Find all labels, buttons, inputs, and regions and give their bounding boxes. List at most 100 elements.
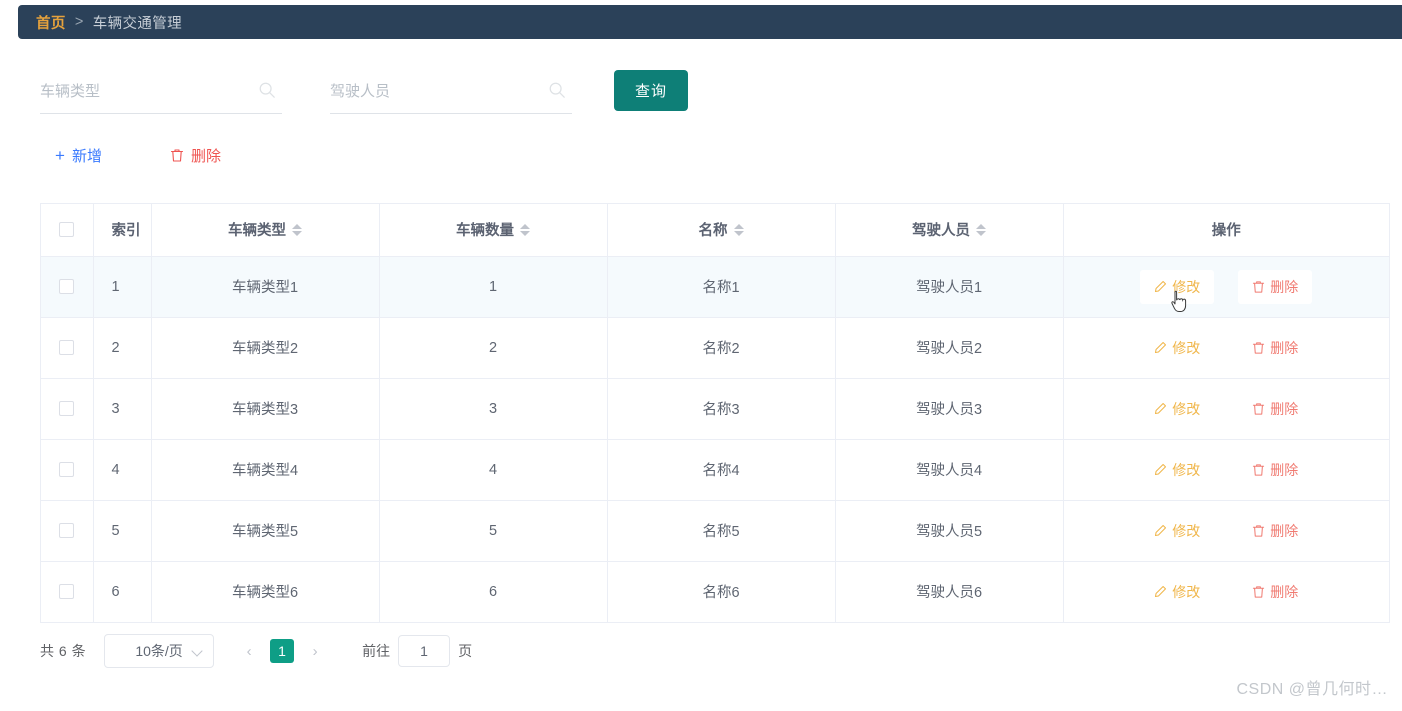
- breadcrumb-home-link[interactable]: 首页: [36, 12, 66, 33]
- search-icon: [259, 82, 275, 98]
- action-toolbar: + 新增 删除: [55, 145, 221, 166]
- delete-row-button[interactable]: 删除: [1238, 331, 1312, 365]
- row-checkbox[interactable]: [59, 462, 75, 478]
- table-row[interactable]: 5 车辆类型5 5 名称5 驾驶人员5 修改 删除: [41, 500, 1389, 562]
- table-row[interactable]: 4 车辆类型4 4 名称4 驾驶人员4 修改 删除: [41, 439, 1389, 501]
- row-select-cell: [41, 500, 94, 562]
- sort-icon[interactable]: [520, 223, 530, 236]
- cell-operations: 修改 删除: [1063, 561, 1389, 623]
- page-jump-input[interactable]: [398, 635, 451, 667]
- watermark: CSDN @曾几何时…: [1236, 681, 1388, 698]
- cell-operations: 修改 删除: [1063, 317, 1389, 379]
- edit-row-button[interactable]: 修改: [1140, 575, 1214, 609]
- cell-operations: 修改 删除: [1063, 500, 1389, 562]
- delete-row-label: 删除: [1270, 278, 1299, 295]
- edit-row-button[interactable]: 修改: [1140, 453, 1214, 487]
- edit-row-button[interactable]: 修改: [1140, 331, 1214, 365]
- delete-button[interactable]: 删除: [170, 145, 221, 166]
- table-header-row: 索引 车辆类型 车辆数量 名称 驾驶人员 操作: [41, 204, 1389, 257]
- driver-input[interactable]: [330, 76, 530, 107]
- sort-icon[interactable]: [733, 223, 744, 236]
- cell-driver: 驾驶人员5: [835, 500, 1064, 562]
- cell-vehicle-count: 3: [379, 378, 608, 440]
- sort-icon[interactable]: [976, 223, 986, 236]
- select-all-checkbox[interactable]: [59, 222, 75, 238]
- vehicle-type-input[interactable]: [40, 76, 240, 107]
- driver-field[interactable]: [330, 70, 572, 114]
- edit-row-label: 修改: [1172, 400, 1201, 417]
- total-count-label: 共 6 条: [40, 643, 87, 659]
- edit-row-label: 修改: [1172, 278, 1201, 295]
- table-row[interactable]: 2 车辆类型2 2 名称2 驾驶人员2 修改 删除: [41, 317, 1389, 379]
- cell-vehicle-type: 车辆类型6: [151, 561, 380, 623]
- row-checkbox[interactable]: [59, 340, 75, 356]
- row-checkbox[interactable]: [59, 523, 75, 539]
- search-bar: 查询: [40, 70, 688, 114]
- breadcrumb-separator: >: [74, 14, 84, 30]
- cell-name: 名称1: [607, 256, 836, 318]
- cell-index: 2: [93, 317, 152, 379]
- edit-row-label: 修改: [1172, 583, 1201, 600]
- row-checkbox[interactable]: [59, 584, 75, 600]
- vehicle-type-field[interactable]: [40, 70, 282, 114]
- header-name[interactable]: 名称: [607, 204, 836, 257]
- cell-operations: 修改 删除: [1063, 378, 1389, 440]
- table-row[interactable]: 1 车辆类型1 1 名称1 驾驶人员1 修改 删除: [41, 256, 1389, 318]
- edit-row-button[interactable]: 修改: [1140, 392, 1214, 426]
- table-row[interactable]: 3 车辆类型3 3 名称3 驾驶人员3 修改 删除: [41, 378, 1389, 440]
- edit-row-button[interactable]: 修改: [1140, 514, 1214, 548]
- pagination: 共 6 条 10条/页 ‹ 1 › 前往 页: [40, 631, 472, 671]
- plus-icon: +: [55, 146, 65, 165]
- page-size-value: 10条/页: [135, 643, 183, 659]
- add-button[interactable]: + 新增: [55, 145, 102, 166]
- cell-vehicle-count: 6: [379, 561, 608, 623]
- delete-row-button[interactable]: 删除: [1238, 575, 1312, 609]
- cell-index: 3: [93, 378, 152, 440]
- delete-row-button[interactable]: 删除: [1238, 514, 1312, 548]
- header-driver-label: 驾驶人员: [912, 223, 970, 240]
- jump-prefix-label: 前往: [362, 643, 391, 659]
- row-checkbox[interactable]: [59, 401, 75, 417]
- delete-row-button[interactable]: 删除: [1238, 392, 1312, 426]
- search-icon: [549, 82, 565, 98]
- header-vehicle-type[interactable]: 车辆类型: [151, 204, 380, 257]
- add-button-label: 新增: [71, 148, 102, 165]
- row-select-cell: [41, 378, 94, 440]
- next-page-button[interactable]: ›: [300, 636, 330, 666]
- cell-vehicle-count: 2: [379, 317, 608, 379]
- edit-row-label: 修改: [1172, 522, 1201, 539]
- edit-row-button[interactable]: 修改: [1140, 269, 1215, 304]
- table-row[interactable]: 6 车辆类型6 6 名称6 驾驶人员6 修改 删除: [41, 561, 1389, 623]
- trash-icon: [1253, 341, 1265, 354]
- delete-row-button[interactable]: 删除: [1238, 269, 1313, 304]
- cell-vehicle-type: 车辆类型5: [151, 500, 380, 562]
- cell-name: 名称2: [607, 317, 836, 379]
- delete-row-label: 删除: [1270, 583, 1299, 600]
- cell-name: 名称6: [607, 561, 836, 623]
- header-vehicle-count[interactable]: 车辆数量: [379, 204, 608, 257]
- sort-icon[interactable]: [292, 223, 302, 236]
- pencil-icon: [1155, 524, 1167, 537]
- page-number-1[interactable]: 1: [270, 639, 295, 663]
- row-select-cell: [41, 439, 94, 501]
- chevron-down-icon: [191, 645, 203, 657]
- pencil-icon: [1155, 280, 1167, 293]
- cell-index: 6: [93, 561, 152, 623]
- delete-row-button[interactable]: 删除: [1238, 453, 1312, 487]
- pencil-icon: [1155, 463, 1167, 476]
- row-checkbox[interactable]: [59, 279, 75, 295]
- cell-driver: 驾驶人员4: [835, 439, 1064, 501]
- row-select-cell: [41, 561, 94, 623]
- cell-index: 1: [93, 256, 152, 318]
- header-driver[interactable]: 驾驶人员: [835, 204, 1064, 257]
- cell-vehicle-type: 车辆类型2: [151, 317, 380, 379]
- trash-icon: [170, 149, 184, 162]
- cell-name: 名称4: [607, 439, 836, 501]
- pencil-icon: [1155, 341, 1167, 354]
- page-jump: 前往 页: [362, 635, 472, 667]
- query-button[interactable]: 查询: [614, 70, 688, 111]
- page-size-select[interactable]: 10条/页: [104, 634, 215, 668]
- delete-row-label: 删除: [1270, 400, 1299, 417]
- prev-page-button[interactable]: ‹: [234, 636, 264, 666]
- cell-driver: 驾驶人员3: [835, 378, 1064, 440]
